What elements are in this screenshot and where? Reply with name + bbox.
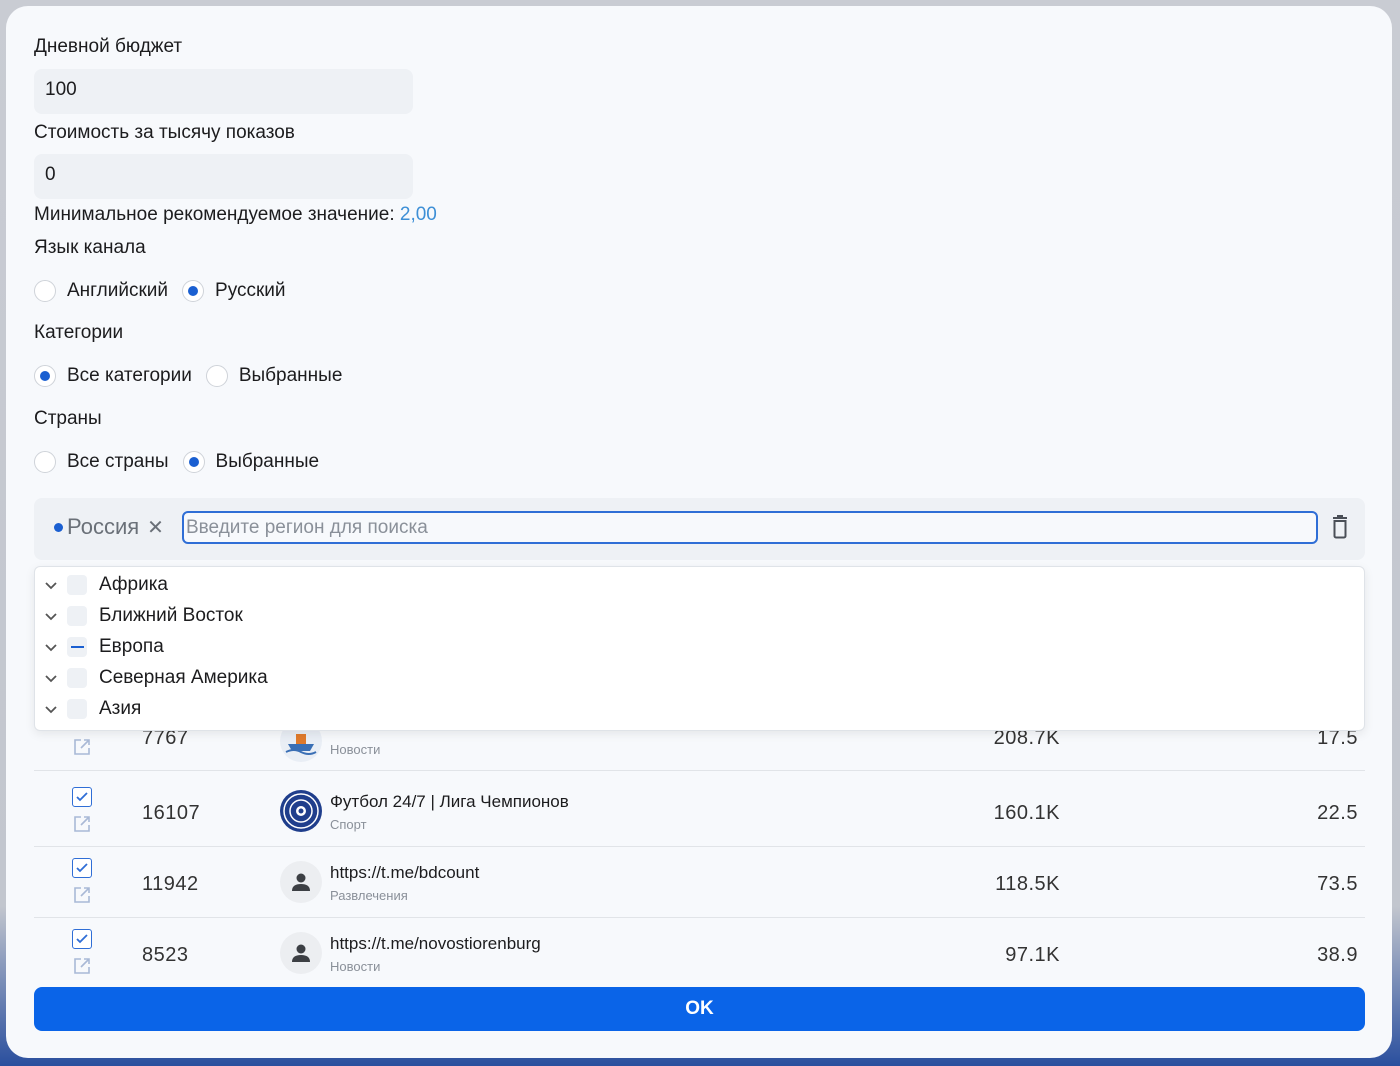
- channel-id: 16107: [142, 802, 201, 824]
- channel-cpm: 22.5: [1317, 802, 1358, 824]
- country-chip: Россия ✕: [54, 514, 164, 540]
- radio-russian[interactable]: [182, 280, 205, 302]
- radio-selected-categories[interactable]: [205, 365, 228, 387]
- region-checkbox[interactable]: [67, 605, 87, 626]
- daily-budget-input[interactable]: 100: [34, 69, 413, 114]
- person-icon: [280, 861, 322, 903]
- region-item[interactable]: Северная Америка: [35, 662, 268, 693]
- region-label: Европа: [99, 635, 164, 657]
- region-label: Ближний Восток: [99, 604, 243, 626]
- channel-cpm: 38.9: [1317, 944, 1358, 966]
- radio-english[interactable]: [34, 280, 56, 302]
- countries-label: Страны: [34, 408, 102, 429]
- row-checkbox[interactable]: [72, 858, 92, 878]
- min-hint-text: Минимальное рекомендуемое значение:: [34, 204, 400, 225]
- chevron-down-icon[interactable]: [41, 637, 61, 657]
- categories-label: Категории: [34, 322, 124, 343]
- chevron-down-icon[interactable]: [41, 606, 61, 626]
- channel-category: Новости: [330, 959, 381, 974]
- language-radio-group: Английский Русский: [34, 280, 300, 302]
- person-icon: [280, 932, 322, 974]
- radio-russian-label[interactable]: Русский: [215, 280, 286, 302]
- region-label: Африка: [99, 573, 168, 595]
- daily-budget-label: Дневной бюджет: [34, 36, 183, 57]
- channel-subscribers: 97.1K: [1005, 944, 1060, 966]
- row-checkbox[interactable]: [72, 787, 92, 807]
- channel-category: Развлечения: [330, 888, 408, 903]
- external-link-icon[interactable]: [72, 814, 92, 834]
- channel-id: 8523: [142, 944, 189, 966]
- radio-all-countries-label[interactable]: Все страны: [67, 451, 169, 473]
- region-label: Северная Америка: [99, 666, 268, 688]
- trash-icon[interactable]: [1330, 514, 1350, 540]
- region-label: Азия: [99, 697, 142, 719]
- region-item[interactable]: Европа: [35, 631, 164, 662]
- radio-all-categories-label[interactable]: Все категории: [67, 365, 192, 387]
- channel-category: Спорт: [330, 817, 367, 832]
- row-checkbox[interactable]: [72, 929, 92, 949]
- region-item[interactable]: Ближний Восток: [35, 600, 243, 631]
- table-row: 8523 https://t.me/novostiorenburg Новост…: [34, 919, 1365, 989]
- channel-category: Новости: [330, 742, 381, 757]
- chevron-down-icon[interactable]: [41, 668, 61, 688]
- external-link-icon[interactable]: [72, 737, 92, 757]
- region-checkbox[interactable]: [67, 698, 87, 719]
- chip-remove-icon[interactable]: ✕: [147, 515, 164, 540]
- region-item[interactable]: Азия: [35, 693, 141, 724]
- region-tree-dropdown: Африка Ближний Восток Европа Северная Ам…: [34, 566, 1365, 731]
- channel-subscribers: 118.5K: [995, 873, 1060, 895]
- channel-cpm: 73.5: [1317, 873, 1358, 895]
- region-search-input[interactable]: [182, 511, 1318, 544]
- region-item[interactable]: Африка: [35, 569, 168, 600]
- language-label: Язык канала: [34, 237, 146, 258]
- channel-id: 11942: [142, 873, 199, 895]
- radio-selected-countries[interactable]: [182, 451, 205, 473]
- chip-dot-icon: [54, 522, 63, 532]
- radio-all-categories[interactable]: [34, 365, 56, 387]
- ok-button[interactable]: OK: [34, 987, 1365, 1031]
- channel-name[interactable]: https://t.me/novostiorenburg: [330, 934, 541, 954]
- min-recommended-hint: Минимальное рекомендуемое значение: 2,00: [34, 204, 437, 226]
- cpm-label: Стоимость за тысячу показов: [34, 122, 295, 143]
- table-row: 11942 https://t.me/bdcount Развлечения 1…: [34, 848, 1365, 918]
- country-chip-label: Россия: [67, 514, 140, 539]
- radio-selected-categories-label[interactable]: Выбранные: [239, 365, 343, 387]
- countries-radio-group: Все страны Выбранные: [34, 451, 333, 473]
- radio-selected-countries-label[interactable]: Выбранные: [216, 451, 320, 473]
- categories-radio-group: Все категории Выбранные: [34, 365, 356, 387]
- channel-subscribers: 160.1K: [993, 802, 1060, 824]
- chevron-down-icon[interactable]: [41, 575, 61, 595]
- external-link-icon[interactable]: [72, 956, 92, 976]
- external-link-icon[interactable]: [72, 885, 92, 905]
- region-checkbox-partial[interactable]: [67, 636, 87, 657]
- football-avatar-icon: [280, 790, 322, 832]
- settings-modal: Дневной бюджет 100 Стоимость за тысячу п…: [6, 6, 1392, 1058]
- chevron-down-icon[interactable]: [41, 699, 61, 719]
- region-checkbox[interactable]: [67, 574, 87, 595]
- min-hint-value[interactable]: 2,00: [400, 204, 437, 225]
- radio-english-label[interactable]: Английский: [67, 280, 168, 302]
- channel-name[interactable]: https://t.me/bdcount: [330, 863, 479, 883]
- country-select[interactable]: Россия ✕: [34, 498, 1365, 560]
- region-checkbox[interactable]: [67, 667, 87, 688]
- cpm-input[interactable]: 0: [34, 154, 413, 199]
- channels-table: 7767 Новости 208.7K 17.5 16107 Футбол 24…: [34, 691, 1365, 989]
- table-row: 16107 Футбол 24/7 | Лига Чемпионов Спорт…: [34, 777, 1365, 847]
- channel-name[interactable]: Футбол 24/7 | Лига Чемпионов: [330, 792, 569, 812]
- radio-all-countries[interactable]: [34, 451, 56, 473]
